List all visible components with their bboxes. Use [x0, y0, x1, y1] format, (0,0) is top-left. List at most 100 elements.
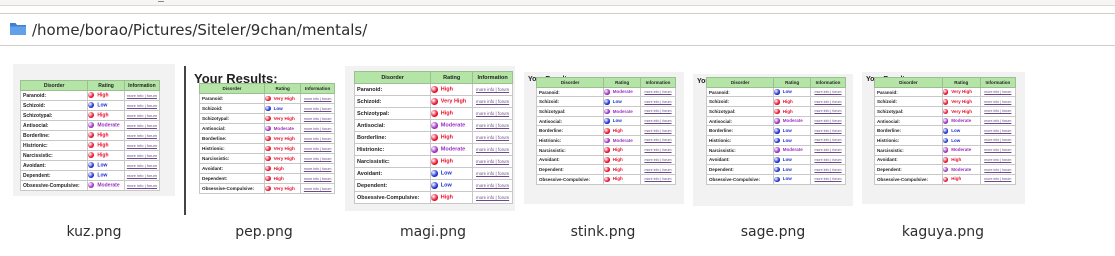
table-row: Borderline: High more info | forum	[353, 131, 513, 144]
file-thumbnail-stink[interactable]: Your Results:DisorderRatingInformationPa…	[524, 60, 684, 215]
disorder-cell: Paranoid:	[19, 90, 89, 101]
table-row: Histrionic: Low more info | forum	[705, 135, 847, 146]
table-row: Dependent: Low more info | forum	[353, 179, 513, 192]
table-row: Borderline: Low more info | forum	[705, 125, 847, 137]
results-table: Disorder Rating Information Paranoid: Very H…	[199, 83, 335, 194]
table-header: Information	[639, 77, 677, 88]
info-links-cell: more info | forum	[472, 155, 513, 168]
table-row: Avoidant: High more info | forum	[535, 154, 677, 166]
rating-text: Very High	[273, 155, 295, 161]
disorder-cell: Schizotypal:	[705, 106, 775, 117]
info-links-cell: more info | forum	[809, 164, 847, 175]
rating-text: High	[612, 176, 623, 182]
rating-dot-icon	[604, 166, 610, 173]
table-header: Information	[300, 83, 335, 94]
scroll-fragment	[158, 0, 164, 2]
rating-text: Moderate	[273, 125, 294, 131]
file-thumbnail-sage[interactable]: Your Results:DisorderRatingInformationPa…	[693, 60, 853, 215]
info-links-cell: more info | forum	[472, 179, 513, 192]
file-thumbnail-magi[interactable]: Disorder Rating Information Paranoid: High mo…	[345, 60, 515, 215]
rating-cell: High	[773, 106, 811, 117]
rating-cell: Very High	[263, 153, 302, 164]
rating-text: Low	[97, 162, 108, 169]
rating-cell: High	[603, 125, 641, 137]
rating-cell: Low	[430, 167, 474, 180]
rating-dot-icon	[774, 99, 780, 105]
rating-dot-icon	[604, 147, 610, 153]
table-row: Avoidant: Low more info | forum	[19, 160, 161, 171]
info-links-cell: more info | forum	[472, 95, 513, 108]
file-name-magi[interactable]: magi.png	[358, 224, 508, 240]
table-row: Antisocial: Moderate more info | forum	[19, 120, 161, 131]
rating-dot-icon	[604, 137, 610, 144]
rating-cell: High	[87, 110, 125, 121]
rating-cell: Low	[773, 125, 811, 137]
table-header: Rating	[87, 80, 125, 91]
info-links-cell: more info | forum	[300, 123, 335, 134]
rating-dot-icon	[942, 99, 949, 105]
table-header: Rating	[430, 71, 474, 84]
thumbnail-paper: Disorder Rating Information Paranoid: High mo…	[345, 66, 515, 211]
file-thumbnail-pep[interactable]: Your Results: Disorder Rating Information Pa…	[184, 60, 344, 215]
table-row: Schizotypal: High more info | forum	[705, 106, 847, 117]
location-path[interactable]: /home/borao/Pictures/Siteler/9chan/menta…	[32, 21, 367, 39]
disorder-cell: Schizoid:	[535, 96, 605, 108]
rating-text: Moderate	[782, 147, 803, 153]
info-links-cell: more info | forum	[123, 120, 161, 131]
info-links-cell: more info | forum	[809, 173, 847, 185]
rating-cell: Low	[87, 100, 125, 111]
disorder-cell: Dependent:	[874, 164, 943, 175]
disorder-cell: Obsessive-Compulsive:	[874, 173, 943, 185]
rating-cell: Moderate	[941, 164, 981, 175]
rating-cell: Moderate	[603, 86, 641, 98]
rating-dot-icon	[264, 155, 271, 162]
rating-dot-icon	[431, 110, 438, 117]
rating-cell: High	[87, 140, 125, 151]
info-links-cell: more info | forum	[639, 173, 677, 185]
rating-dot-icon	[264, 115, 271, 122]
rating-dot-icon	[942, 108, 949, 115]
rating-cell: Moderate	[603, 106, 641, 117]
info-links-cell: more info | forum	[300, 93, 335, 104]
table-header: Disorder	[199, 83, 265, 94]
file-name-sage[interactable]: sage.png	[698, 224, 848, 240]
rating-text: Low	[612, 118, 622, 124]
table-row: Histrionic: Moderate more info | forum	[535, 135, 677, 146]
rating-text: Moderate	[782, 118, 803, 124]
rating-cell: High	[430, 191, 474, 204]
file-thumbnail-kaguya[interactable]: Your Results:DisorderRatingInformationPa…	[862, 60, 1025, 215]
rating-text: Moderate	[440, 122, 466, 129]
disorder-cell: Schizoid:	[19, 100, 89, 111]
rating-dot-icon	[774, 108, 780, 115]
disorder-cell: Avoidant:	[705, 154, 775, 166]
disorder-cell: Narcissistic:	[199, 153, 265, 164]
file-thumbnail-kuz[interactable]: Disorder Rating Information Paranoid: High mo…	[13, 60, 175, 215]
location-bar[interactable]: /home/borao/Pictures/Siteler/9chan/menta…	[0, 13, 1115, 46]
table-row: Obsessive-Compulsive: High more info | for…	[353, 191, 513, 204]
info-links-cell: more info | forum	[809, 144, 847, 156]
rating-cell: Low	[941, 135, 981, 146]
rating-dot-icon	[774, 147, 780, 153]
file-name-kuz[interactable]: kuz.png	[19, 224, 169, 240]
table-row: Obsessive-Compulsive: Moderate more info |…	[19, 180, 161, 191]
file-name-pep[interactable]: pep.png	[189, 224, 339, 240]
rating-dot-icon	[88, 182, 95, 189]
disorder-cell: Obsessive-Compulsive:	[535, 173, 605, 185]
info-links-cell: more info | forum	[300, 183, 335, 194]
table-row: Borderline: Very High more info | forum	[199, 133, 335, 144]
rating-cell: High	[603, 154, 641, 166]
disorder-cell: Schizoid:	[353, 95, 432, 108]
disorder-cell: Narcissistic:	[705, 144, 775, 156]
rating-cell: Low	[603, 96, 641, 108]
disorder-cell: Avoidant:	[874, 154, 943, 166]
disorder-cell: Antisocial:	[199, 123, 265, 134]
table-header: Rating	[603, 77, 641, 88]
rating-dot-icon	[942, 128, 949, 134]
table-row: Schizoid: Very High more info | forum	[874, 96, 1017, 108]
disorder-cell: Schizotypal:	[19, 110, 89, 121]
rating-cell: Very High	[263, 113, 302, 124]
file-name-stink[interactable]: stink.png	[528, 224, 678, 240]
rating-cell: Very High	[941, 96, 981, 108]
file-name-kaguya[interactable]: kaguya.png	[868, 224, 1018, 240]
disorder-cell: Narcissistic:	[535, 144, 605, 156]
